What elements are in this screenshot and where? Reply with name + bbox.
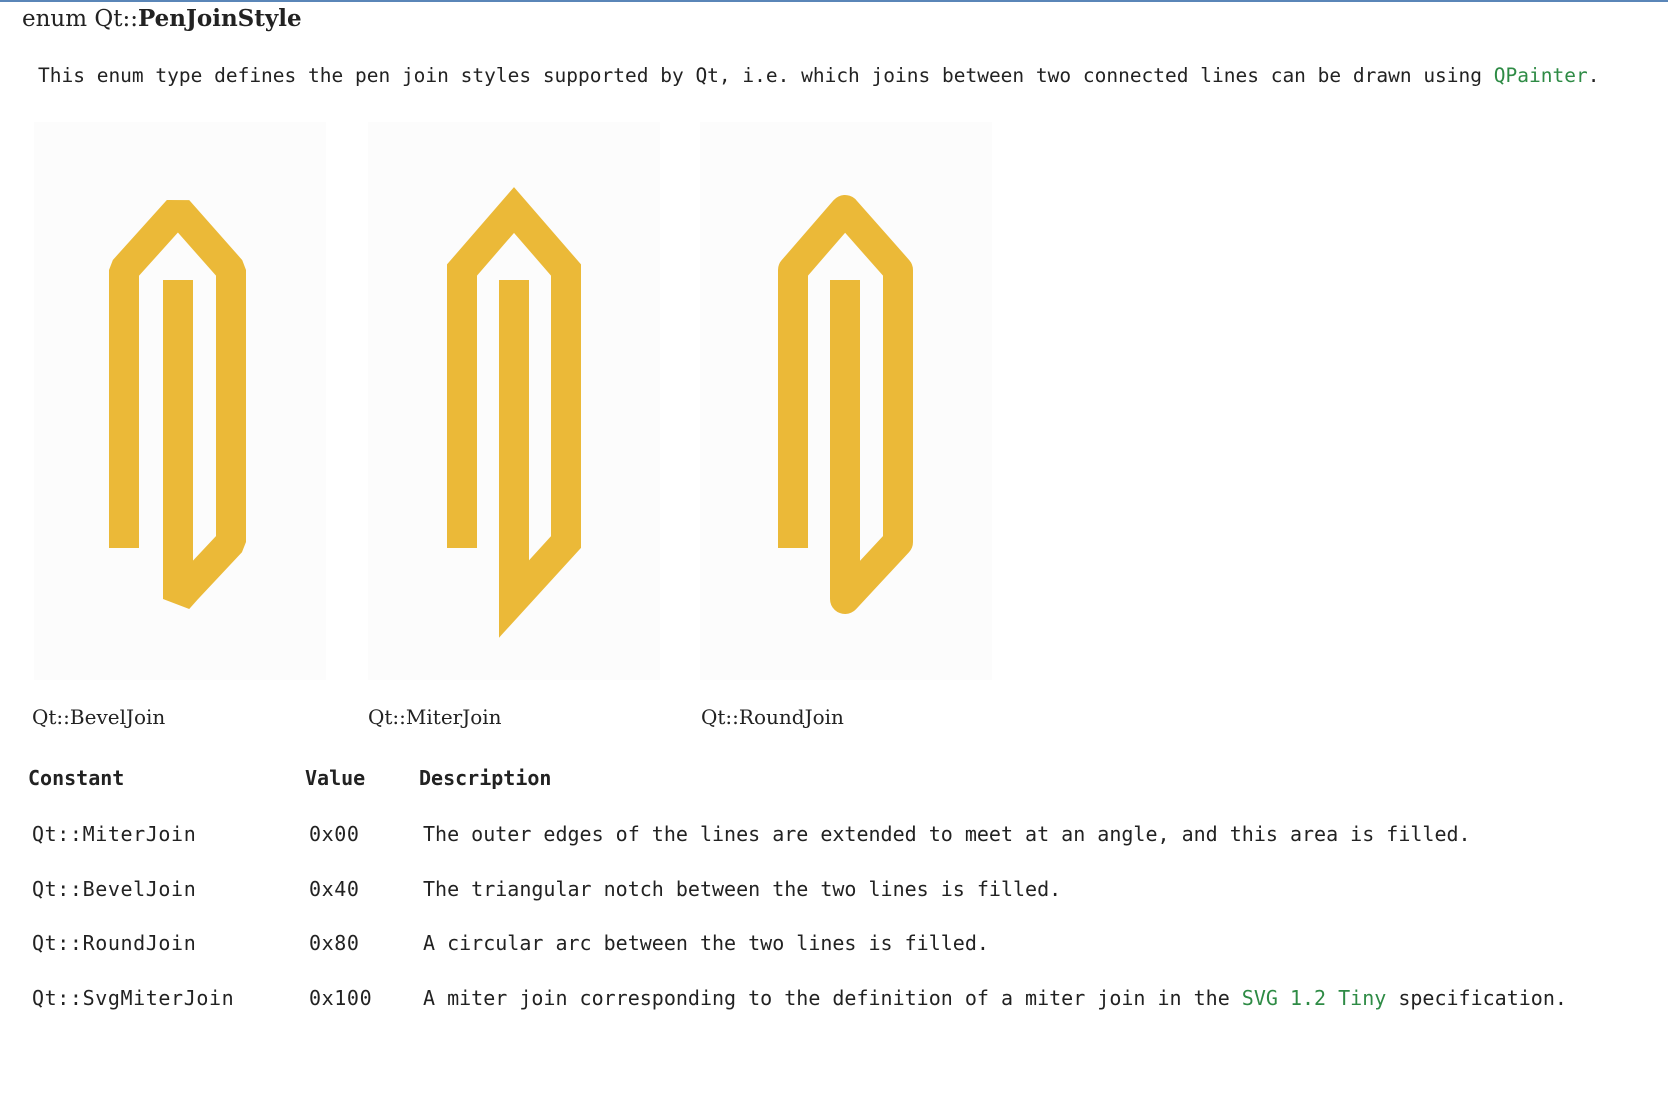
description-suffix: specification. (1386, 986, 1567, 1010)
round-join-caption: Qt::RoundJoin (701, 705, 844, 729)
value-cell: 0x100 (309, 986, 373, 1010)
intro-suffix: . (1587, 64, 1600, 87)
miter-join-illustration (447, 187, 581, 638)
value-cell: 0x40 (309, 877, 360, 901)
table-row: Qt::SvgMiterJoin 0x100 A miter join corr… (0, 983, 1668, 1013)
constant-cell: Qt::BevelJoin (32, 877, 197, 901)
intro-text: This enum type defines the pen join styl… (38, 64, 1494, 87)
constant-cell: Qt::SvgMiterJoin (32, 986, 235, 1010)
description-cell: The outer edges of the lines are extende… (423, 822, 1471, 846)
bevel-join-illustration (109, 199, 246, 609)
round-join-figure (700, 122, 992, 680)
constant-cell: Qt::RoundJoin (32, 931, 197, 955)
description-column-header: Description (419, 766, 552, 790)
constant-column-header: Constant (28, 766, 125, 790)
value-cell: 0x00 (309, 822, 360, 846)
enum-name: PenJoinStyle (137, 5, 302, 32)
round-join-illustration (778, 195, 913, 614)
constant-cell: Qt::MiterJoin (32, 822, 197, 846)
miter-join-figure (368, 122, 660, 680)
value-column-header: Value (305, 766, 366, 790)
intro-paragraph: This enum type defines the pen join styl… (38, 63, 1599, 89)
description-text: A miter join corresponding to the defini… (423, 986, 1242, 1010)
enum-keyword: enum (22, 6, 95, 32)
qpainter-link[interactable]: QPainter (1494, 64, 1588, 87)
description-cell: A circular arc between the two lines is … (423, 931, 989, 955)
table-row: Qt::BevelJoin 0x40 The triangular notch … (0, 874, 1668, 904)
enum-scope: Qt:: (94, 6, 138, 32)
svg-tiny-link[interactable]: SVG 1.2 Tiny (1242, 986, 1387, 1010)
bevel-join-figure (34, 122, 326, 680)
value-cell: 0x80 (309, 931, 360, 955)
top-rule (0, 0, 1668, 2)
description-cell: The triangular notch between the two lin… (423, 877, 1062, 901)
miter-join-caption: Qt::MiterJoin (368, 705, 502, 729)
table-row: Qt::RoundJoin 0x80 A circular arc betwee… (0, 928, 1668, 958)
table-row: Qt::MiterJoin 0x00 The outer edges of th… (0, 819, 1668, 849)
description-cell: A miter join corresponding to the defini… (423, 983, 1567, 1013)
enum-heading: enum Qt::PenJoinStyle (22, 4, 302, 34)
bevel-join-caption: Qt::BevelJoin (32, 705, 166, 729)
